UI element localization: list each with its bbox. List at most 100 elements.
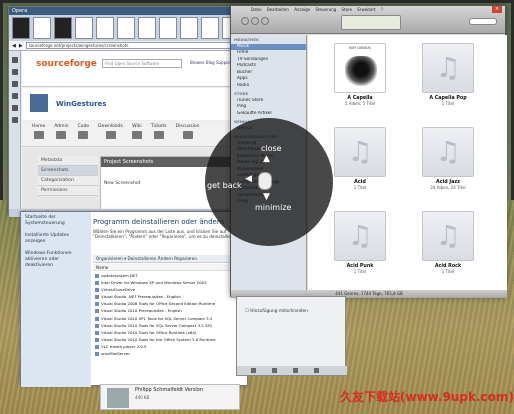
home-icon [33,131,44,139]
arrow-up-icon: ▲ [263,154,270,164]
add-icon[interactable] [251,368,256,373]
nav-discussion[interactable]: Discussion [176,124,200,143]
ticket-icon [153,131,164,139]
list-item[interactable]: vmcMiniServer [95,350,249,357]
control-panel-sidebar: Startseite der Systemsteuerung Installie… [21,212,91,387]
album-subtitle: 24 Alben, 24 Titel [430,185,466,190]
list-item[interactable]: Visual Studio 2010 Prerequisites - Engli… [95,307,249,314]
gesture-overlay: close ▲ get back ◀ ▼ minimize [205,118,333,246]
code-icon [78,131,89,139]
nav-home[interactable]: Home [32,124,45,143]
menu-metadata[interactable]: Metadata [38,156,98,166]
itunes-search-input[interactable] [469,18,497,25]
nav-tickets[interactable]: Tickets [151,124,167,143]
browser-tab[interactable] [201,17,219,39]
uninstall-toolbar[interactable]: Organisieren ▾ Deinstallieren Ändern Rep… [93,255,249,263]
project-title[interactable]: WinGestures [56,100,106,108]
list-item[interactable]: Visual Studio 2008 Tools for Office Seco… [95,300,249,307]
list-item[interactable]: VLC media player 2.0.5 [95,343,249,350]
album-tile[interactable]: ♫ Acid 1 Titel [330,127,390,190]
album-tile[interactable]: ♫ Acid Punk 1 Titel [330,211,390,274]
downloads-icon[interactable] [11,93,18,99]
album-subtitle: 1 Titel [353,269,367,274]
forward-icon[interactable]: ▶ [19,43,23,49]
play-icon[interactable] [251,17,259,25]
list-item[interactable]: Visual Studio 2010 SP1 Tools for SQL Ser… [95,315,249,322]
link-windows-features[interactable]: Windows-Funktionen aktivieren oder deakt… [21,248,91,272]
album-cover: ♫ [422,211,474,261]
nav-wiki[interactable]: Wiki [131,124,142,143]
back-icon[interactable]: ◀ [12,43,16,49]
watermark: 久友下载站(www.9upk.com) [340,390,514,404]
project-icon [30,94,48,112]
album-tile[interactable]: ♫ Acid Rock 1 Titel [418,211,478,274]
nav-code[interactable]: Code [78,124,89,143]
menu-screenshots[interactable]: Screenshots [38,166,98,176]
program-details: Philipp Schmalfeldt Version 440 KB [100,384,240,410]
column-header-name[interactable]: Name [93,264,249,271]
program-size: 440 KB [135,395,150,400]
previous-icon[interactable] [241,17,249,25]
playback-controls [241,17,271,27]
browser-tab[interactable] [54,17,72,39]
itunes-menu-bar[interactable]: Datei Bearbeiten Anzeige Steuerung Store… [251,7,383,12]
browser-tab[interactable] [75,17,93,39]
browser-tab[interactable] [159,17,177,39]
admin-icon [56,131,67,139]
browser-sidebar [9,51,21,217]
widgets-icon[interactable] [11,117,18,123]
sidebar-item[interactable]: Radio [231,83,306,90]
next-icon[interactable] [261,17,269,25]
list-item[interactable]: VirtualCloneDrive [95,286,249,293]
album-tile[interactable]: BOY GENIUS A Capella 5 Alben, 5 Titel [330,43,390,106]
repeat-icon[interactable] [293,368,298,373]
link-installed-updates[interactable]: Installierte Updates anzeigen [21,230,91,248]
nav-admin[interactable]: Admin [54,124,69,143]
bookmarks-icon[interactable] [11,57,18,63]
settings-icon[interactable] [314,368,319,373]
album-grid: BOY GENIUS A Capella 5 Alben, 5 Titel ♫ A Ca… [308,35,507,290]
browser-tab[interactable] [33,17,51,39]
mouse-icon [258,172,272,190]
list-item[interactable]: Visual Studio .NET Prerequisites - Engli… [95,293,249,300]
download-icon [105,131,116,139]
list-item[interactable]: Visual Studio 2010 Tools for SQL Server … [95,322,249,329]
record-checkbox[interactable]: ☐ Hinzufügung mitschneiden [237,297,345,314]
nav-downloads[interactable]: Downloads [98,124,123,143]
list-item[interactable]: Intel Driver for Windows XP and Windows … [95,279,249,286]
browser-tab[interactable] [96,17,114,39]
discussion-icon [182,131,193,139]
notes-icon[interactable] [11,105,18,111]
album-cover: ♫ [334,211,386,261]
arrow-left-icon: ◀ [245,174,252,184]
list-item[interactable]: Visual Studio 2010 Tools for the Office … [95,336,249,343]
program-list: updatesystem.NET Intel Driver for Window… [95,272,249,357]
shuffle-icon[interactable] [272,368,277,373]
menu-categorization[interactable]: Categorization [38,176,98,186]
sidebar-item[interactable]: Gekaufte Artikel [231,111,306,118]
history-icon[interactable] [11,81,18,87]
album-cover: ♫ [422,127,474,177]
album-cover: BOY GENIUS [334,43,386,93]
admin-menu: Metadata Screenshots Categorization Perm… [38,156,98,196]
list-item[interactable]: updatesystem.NET [95,272,249,279]
site-logo[interactable]: sourceforge [36,59,97,69]
browser-tab[interactable] [138,17,156,39]
control-panel-window: Startseite der Systemsteuerung Installie… [20,211,249,387]
menu-permissions[interactable]: Permissions [38,186,98,196]
music-note-icon: ♫ [435,135,461,168]
album-tile[interactable]: ♫ Acid Jazz 24 Alben, 24 Titel [418,127,478,190]
browser-tab[interactable] [180,17,198,39]
album-tile[interactable]: ♫ A Capella Pop 1 Titel [418,43,478,106]
link-control-panel-home[interactable]: Startseite der Systemsteuerung [21,212,91,230]
browser-tab[interactable] [117,17,135,39]
music-note-icon: ♫ [435,51,461,84]
site-search-input[interactable]: Find Open Source Software [102,59,182,68]
pane-button-bar [237,366,347,375]
album-subtitle: 5 Alben, 5 Titel [344,101,376,106]
browser-tab[interactable] [12,17,30,39]
close-icon[interactable]: × [492,6,502,13]
list-item[interactable]: Visual Studio 2010 Tools for Office Runt… [95,329,249,336]
arrow-down-icon: ▼ [263,192,270,202]
mail-icon[interactable] [11,69,18,75]
